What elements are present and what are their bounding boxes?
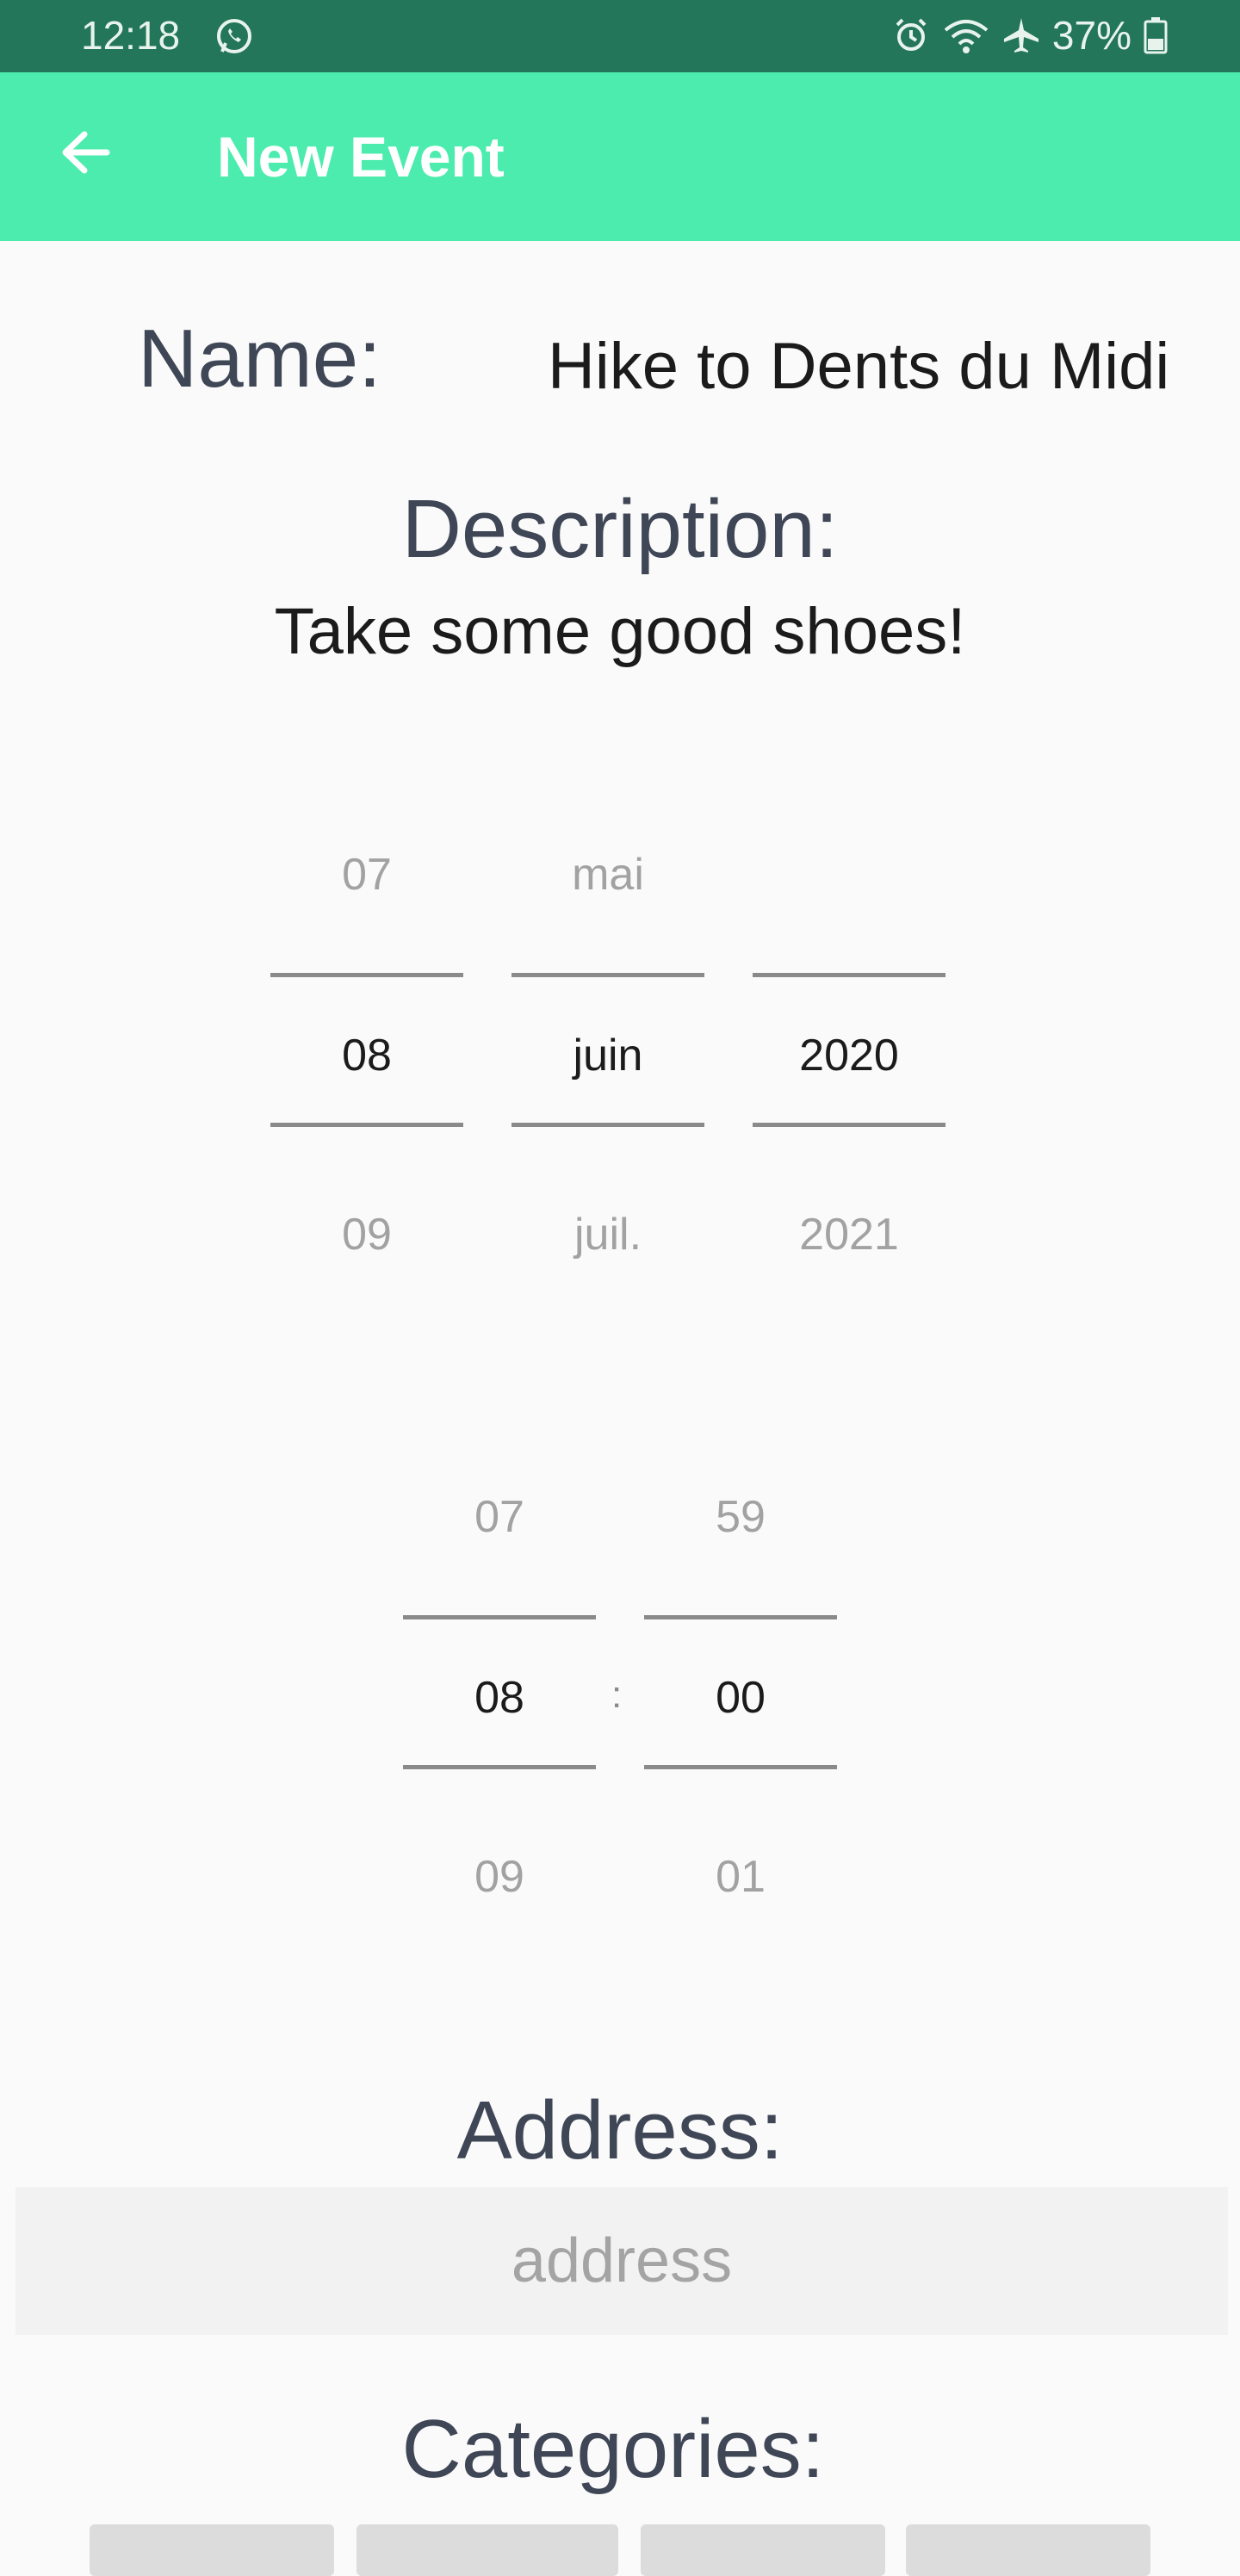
year-top-line xyxy=(753,973,946,977)
category-chip[interactable] xyxy=(356,2524,618,2576)
minute-next[interactable]: 01 xyxy=(644,1851,837,1903)
hour-next[interactable]: 09 xyxy=(403,1851,596,1903)
day-picker[interactable]: 07 08 09 xyxy=(270,835,463,1283)
month-picker[interactable]: mai juin juil. xyxy=(512,835,704,1283)
month-prev[interactable]: mai xyxy=(512,849,704,901)
year-picker[interactable]: 2020 2021 xyxy=(753,835,946,1283)
year-bottom-line xyxy=(753,1123,946,1127)
description-value[interactable]: Take some good shoes! xyxy=(0,594,1240,669)
month-selected[interactable]: juin xyxy=(512,1030,704,1081)
minute-selected[interactable]: 00 xyxy=(644,1672,837,1724)
minute-top-line xyxy=(644,1615,837,1619)
address-input[interactable] xyxy=(16,2187,1228,2335)
day-top-line xyxy=(270,973,463,977)
status-icons: 37% xyxy=(892,12,1168,59)
whatsapp-icon xyxy=(217,19,251,53)
day-bottom-line xyxy=(270,1123,463,1127)
day-next[interactable]: 09 xyxy=(270,1209,463,1260)
wifi-icon xyxy=(944,20,989,53)
battery-icon xyxy=(1144,17,1168,54)
minute-bottom-line xyxy=(644,1765,837,1769)
day-prev[interactable]: 07 xyxy=(270,849,463,901)
hour-top-line xyxy=(403,1615,596,1619)
hour-prev[interactable]: 07 xyxy=(403,1491,596,1543)
category-chip[interactable] xyxy=(906,2524,1150,2576)
battery-percent: 37% xyxy=(1051,13,1132,58)
app-bar: New Event xyxy=(0,72,1240,241)
name-value[interactable]: Hike to Dents du Midi xyxy=(548,329,1169,404)
minute-prev[interactable]: 59 xyxy=(644,1491,837,1543)
hour-selected[interactable]: 08 xyxy=(403,1672,596,1724)
time-separator: : xyxy=(611,1674,623,1716)
year-next[interactable]: 2021 xyxy=(753,1209,946,1260)
name-label: Name: xyxy=(138,313,381,405)
hour-picker[interactable]: 07 08 09 xyxy=(403,1477,596,1925)
month-top-line xyxy=(512,973,704,977)
month-bottom-line xyxy=(512,1123,704,1127)
category-chip[interactable] xyxy=(90,2524,334,2576)
airplane-icon xyxy=(1003,18,1038,53)
address-label: Address: xyxy=(456,2084,784,2177)
alarm-icon xyxy=(896,18,927,51)
year-selected[interactable]: 2020 xyxy=(753,1030,946,1081)
category-chip[interactable] xyxy=(641,2524,885,2576)
categories-label: Categories: xyxy=(401,2403,825,2495)
back-arrow-icon[interactable] xyxy=(55,122,115,183)
status-bar: 12:18 37% xyxy=(0,0,1240,72)
status-time: 12:18 xyxy=(81,13,181,58)
page-title: New Event xyxy=(217,125,505,189)
day-selected[interactable]: 08 xyxy=(270,1030,463,1081)
minute-picker[interactable]: 59 00 01 xyxy=(644,1477,837,1925)
month-next[interactable]: juil. xyxy=(512,1209,704,1260)
hour-bottom-line xyxy=(403,1765,596,1769)
description-label: Description: xyxy=(401,483,839,575)
